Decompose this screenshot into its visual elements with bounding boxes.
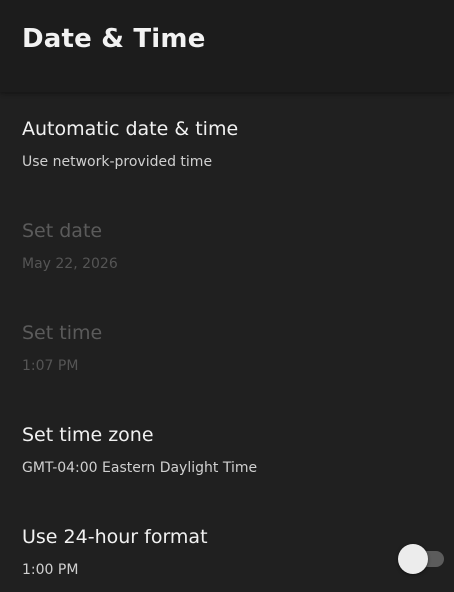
24-hour-format-toggle[interactable] [398, 544, 450, 574]
app-bar: Date & Time [0, 0, 454, 92]
set-time-zone-setting[interactable]: Set time zone GMT-04:00 Eastern Daylight… [0, 400, 454, 502]
settings-list: Automatic date & time Use network-provid… [0, 94, 454, 592]
setting-title: Automatic date & time [22, 118, 239, 140]
page-title: Date & Time [22, 24, 206, 54]
set-date-setting: Set date May 22, 2026 [0, 196, 454, 298]
setting-summary: May 22, 2026 [22, 256, 118, 272]
setting-summary: 1:07 PM [22, 358, 79, 374]
setting-title: Use 24-hour format [22, 526, 208, 548]
setting-title: Set time zone [22, 424, 154, 446]
setting-summary: 1:00 PM [22, 562, 79, 578]
setting-summary: Use network-provided time [22, 154, 213, 170]
date-time-settings-screen: Date & Time Automatic date & time Use ne… [0, 0, 454, 592]
use-24-hour-format-setting[interactable]: Use 24-hour format 1:00 PM [0, 502, 454, 592]
setting-title: Set date [22, 220, 103, 242]
set-time-setting: Set time 1:07 PM [0, 298, 454, 400]
automatic-date-time-setting[interactable]: Automatic date & time Use network-provid… [0, 94, 454, 196]
setting-summary: GMT-04:00 Eastern Daylight Time [22, 460, 258, 476]
toggle-thumb [398, 544, 428, 574]
setting-title: Set time [22, 322, 103, 344]
